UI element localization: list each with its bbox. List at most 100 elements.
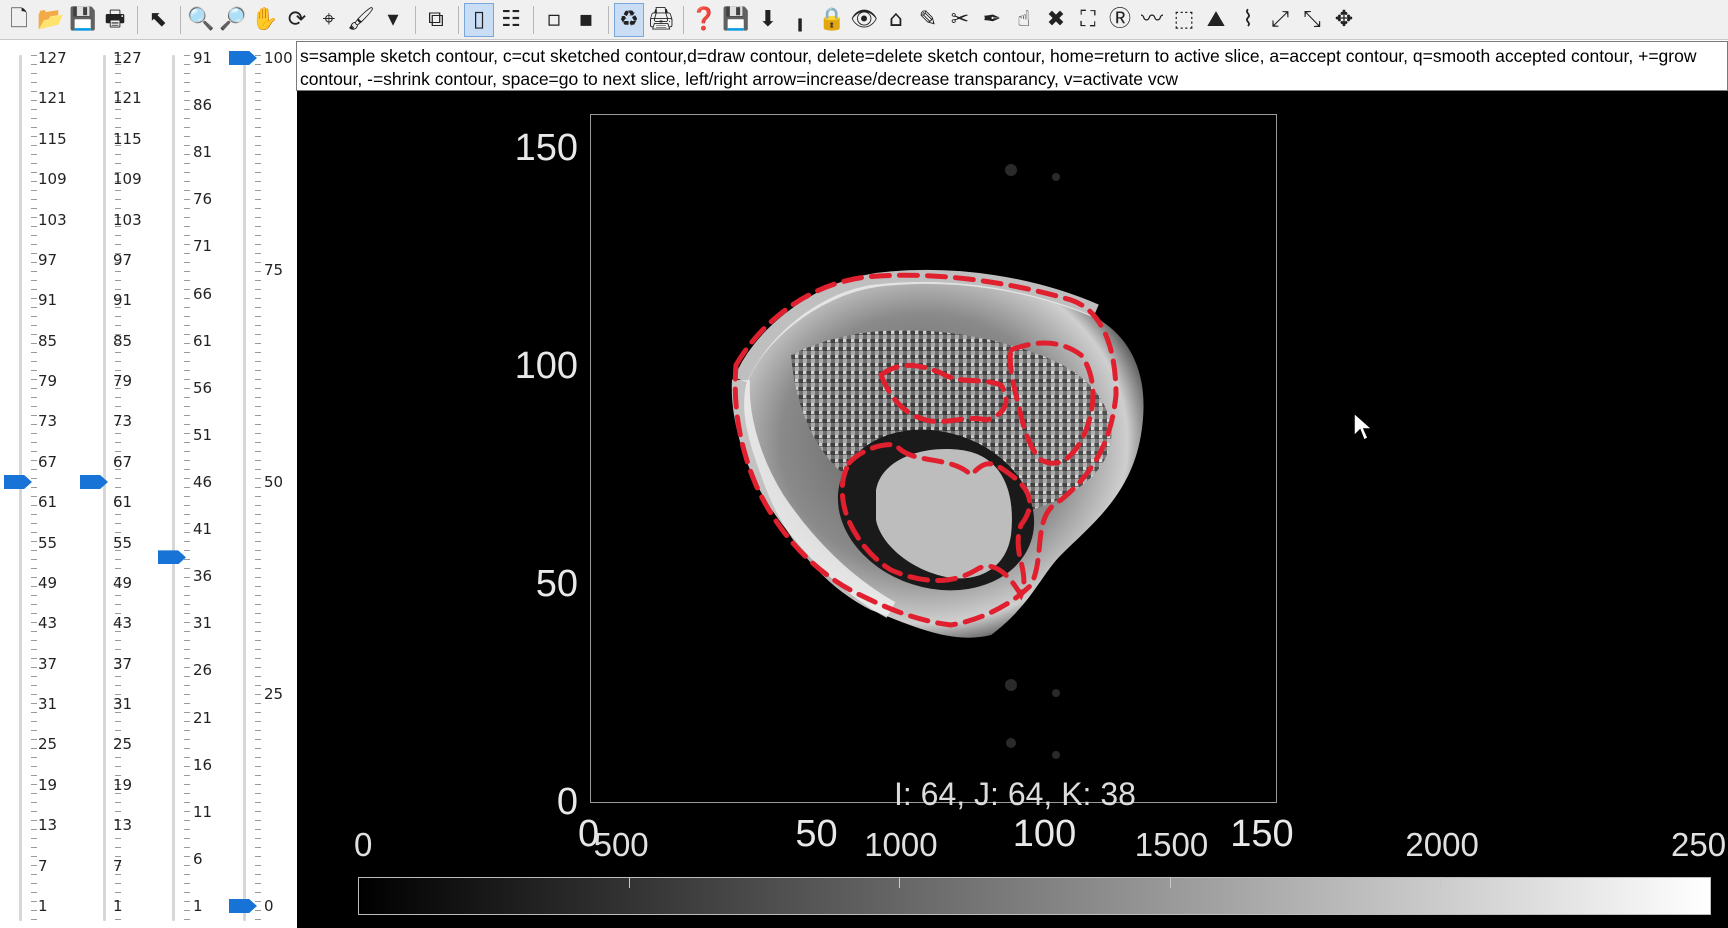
slider-3-label: 11	[193, 802, 213, 821]
slider-2-label: 91	[113, 291, 133, 310]
pen-icon[interactable]: ✒	[977, 3, 1007, 37]
slider-1-label: 55	[38, 533, 58, 552]
slider-1-label: 109	[38, 170, 67, 189]
slider-1-label: 1	[38, 897, 48, 915]
colorbar-tick-label: 250	[1671, 826, 1727, 863]
slider-2-track[interactable]	[103, 55, 106, 921]
slider-2-label: 103	[113, 210, 142, 229]
slider-1-label: 7	[38, 856, 48, 875]
slider-1-label: 19	[38, 775, 58, 794]
slider-2-label: 127	[113, 49, 142, 67]
slider-3-label: 91	[193, 49, 213, 67]
colorbar-tick-mark	[1169, 877, 1171, 888]
move-icon[interactable]: ✥	[1329, 3, 1359, 37]
slider-4-ticks	[255, 55, 261, 921]
toolbar-separator	[458, 5, 459, 34]
slider-4-label: 50	[264, 473, 284, 491]
slider-1-label: 79	[38, 372, 58, 391]
contour-tool-icon[interactable]: 〰	[1137, 3, 1167, 37]
y-tick-label: 100	[514, 344, 578, 387]
eye-icon[interactable]: 👁	[849, 3, 879, 37]
mouse-cursor-icon	[1353, 411, 1375, 447]
print-icon[interactable]: 🖶	[100, 3, 130, 37]
slider-3-label: 21	[193, 708, 213, 727]
slider-4-track[interactable]	[243, 55, 246, 921]
dashed-box-icon[interactable]: ⬚	[1169, 3, 1199, 37]
download-icon[interactable]: ⬇	[753, 3, 783, 37]
close-x-icon[interactable]: ✖	[1041, 3, 1071, 37]
slider-4-label: 100	[264, 49, 293, 67]
lock-icon[interactable]: 🔒	[817, 3, 847, 37]
roi-r-icon[interactable]: Ⓡ	[1105, 3, 1135, 37]
colorbar-tick-label: 2000	[1405, 826, 1479, 863]
zoom-out-icon[interactable]: 🔎	[218, 3, 248, 37]
home-icon[interactable]: ⌂	[881, 3, 911, 37]
crop-icon[interactable]: ⛶	[1073, 3, 1103, 37]
rotate-3d-icon[interactable]: ⟳	[282, 3, 312, 37]
y-tick-label: 0	[556, 781, 578, 823]
toolbar-separator	[137, 5, 138, 34]
slider-1-label: 43	[38, 614, 58, 633]
x-tick-label: 50	[795, 813, 838, 855]
x-tick-label: 100	[1012, 813, 1077, 855]
slider-2-label: 49	[113, 573, 133, 592]
slider-2-label: 13	[113, 816, 133, 835]
slider-2-label: 67	[113, 452, 133, 471]
expand-icon[interactable]: ⤢	[1265, 3, 1295, 37]
pointer-icon[interactable]: ⬉	[143, 3, 173, 37]
brightness-icon[interactable]: ╻	[785, 3, 815, 37]
voxel-status: I: 64, J: 64, K: 38	[894, 776, 1136, 812]
open-folder-icon[interactable]: 📂	[36, 3, 66, 37]
colorbar	[358, 877, 1711, 915]
slider-3-label: 16	[193, 755, 213, 774]
brush-icon[interactable]: 🖌	[346, 3, 376, 37]
dropdown-arrow-icon[interactable]: ▾	[378, 3, 408, 37]
new-file-icon[interactable]: 🗋	[4, 3, 34, 37]
slider-1-label: 91	[38, 291, 58, 310]
slider-3-label: 86	[193, 96, 213, 115]
slider-1-label: 13	[38, 816, 58, 835]
slider-3-label: 76	[193, 190, 213, 209]
y-tick-label: 150	[514, 126, 578, 169]
slider-3-thumb[interactable]	[158, 550, 186, 565]
toolbar: 🗋 📂 💾 🖶 ⬉ 🔍 🔎 ✋ ⟳ ⌖ 🖌 ▾ ⧉ ▯ ☷ ▫ ▪ ♻ 🖨 ❓ 💾 ⬇ ╻ 🔒 👁 ⌂ ✎ ✂ ✒ ☝ ✖ ⛶ Ⓡ 〰 ⬚ ⛰ ⌇ ⤢ ⤡ ✥	[0, 0, 1728, 40]
colorbar-tick-mark	[899, 877, 901, 888]
mri-image[interactable]	[591, 115, 1276, 802]
slider-2-label: 31	[113, 695, 133, 714]
slider-4-thumb[interactable]	[229, 899, 257, 913]
slider-1-thumb[interactable]	[4, 475, 32, 489]
collapse-icon[interactable]: ⤡	[1297, 3, 1327, 37]
slider-2-label: 61	[113, 493, 133, 512]
hand-icon[interactable]: ☝	[1009, 3, 1039, 37]
link-plot-icon[interactable]: ⧉	[421, 3, 451, 37]
slider-4-thumb[interactable]	[229, 51, 257, 65]
toolbar-separator	[683, 5, 684, 34]
lasso-icon[interactable]: ⌇	[1233, 3, 1263, 37]
show-plot-tools-icon[interactable]: ▪	[571, 3, 601, 37]
instructions-text: s=sample sketch contour, c=cut sketched …	[296, 41, 1728, 91]
plot-axes[interactable]	[590, 114, 1277, 803]
save-disk-icon[interactable]: 💾	[721, 3, 751, 37]
slider-1-label: 49	[38, 573, 58, 592]
data-cursor-icon[interactable]: ⌖	[314, 3, 344, 37]
zoom-in-icon[interactable]: 🔍	[186, 3, 216, 37]
eyedropper-icon[interactable]: ✎	[913, 3, 943, 37]
slider-2-label: 115	[113, 129, 142, 148]
legend-icon[interactable]: ☷	[496, 3, 526, 37]
slider-4-label: 75	[264, 261, 284, 279]
colorbar-icon[interactable]: ▯	[464, 2, 494, 37]
save-icon[interactable]: 💾	[68, 3, 98, 37]
ruler-icon[interactable]: ⛰	[1201, 3, 1231, 37]
help-icon[interactable]: ❓	[689, 3, 719, 37]
slider-3-label: 81	[193, 143, 213, 162]
slider-1-label: 73	[38, 412, 58, 431]
slider-3-label: 46	[193, 473, 213, 491]
scissors-icon[interactable]: ✂	[945, 3, 975, 37]
colorbar-tick-mark	[628, 877, 630, 888]
pan-hand-icon[interactable]: ✋	[250, 3, 280, 37]
hide-plot-tools-icon[interactable]: ▫	[539, 3, 569, 37]
slider-1-label: 97	[38, 250, 58, 269]
refresh-icon[interactable]: ♻	[614, 2, 644, 37]
slider-3-track[interactable]	[172, 55, 175, 921]
print-preview-icon[interactable]: 🖨	[646, 3, 676, 37]
